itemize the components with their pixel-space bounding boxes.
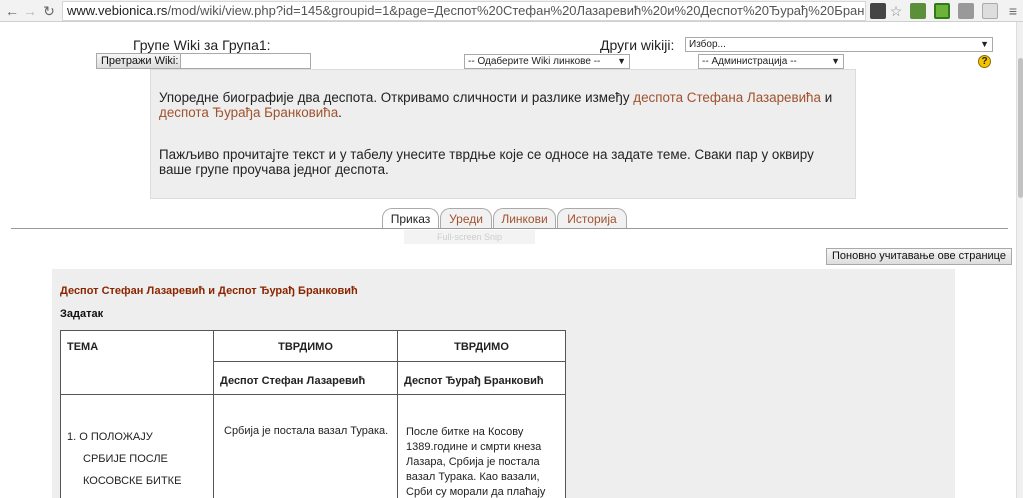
extension-2-icon[interactable] <box>958 3 974 19</box>
search-wiki-button[interactable]: Претражи Wiki: <box>96 53 184 69</box>
scrollbar[interactable] <box>1016 22 1023 498</box>
topic-line: КОСОВСКЕ БИТКЕ <box>83 475 182 487</box>
other-wikis-select[interactable]: Избор... ▼ <box>685 37 993 52</box>
tab-history[interactable]: Историја <box>557 208 627 229</box>
header-tema: ТЕМА <box>60 330 214 395</box>
menu-icon[interactable]: ≡ <box>1004 2 1022 20</box>
header-tvrdimo-2: ТВРДИМО <box>397 330 566 362</box>
intro-box: Упоредне биографије два деспота. Открива… <box>150 69 856 199</box>
address-bar[interactable]: www.vebionica.rs/mod/wiki/view.php?id=14… <box>62 1 866 21</box>
browser-toolbar: ← → ↻ www.vebionica.rs/mod/wiki/view.php… <box>0 0 1023 22</box>
tab-edit[interactable]: Уреди <box>440 208 492 229</box>
header-djuradj: Деспот Ђурађ Бранковић <box>397 361 566 395</box>
intro-paragraph-2: Пажљиво прочитајте текст и у табелу унес… <box>159 147 814 177</box>
group-label: Групе Wiki за Група1: <box>133 37 271 53</box>
reload-icon[interactable]: ↻ <box>40 2 58 20</box>
bookmark-star-icon[interactable]: ☆ <box>888 3 904 19</box>
comparison-table: ТЕМА ТВРДИМО ТВРДИМО Деспот Стефан Лазар… <box>60 330 566 498</box>
topic-cell: 1. О ПОЛОЖАЈУ СРБИЈЕ ПОСЛЕ КОСОВСКЕ БИТК… <box>60 394 214 498</box>
other-wikis-select-value: Избор... <box>689 39 726 50</box>
tab-view[interactable]: Приказ <box>382 208 439 229</box>
url-host: www.vebionica.rs <box>67 3 168 18</box>
wiki-links-select-value: -- Одаберите Wiki линкове -- <box>468 56 601 67</box>
intro-text: Упоредне биографије два деспота. Открива… <box>159 90 634 105</box>
page-title: Деспот Стефан Лазаревић и Деспот Ђурађ Б… <box>60 285 358 297</box>
wiki-content: Деспот Стефан Лазаревић и Деспот Ђурађ Б… <box>52 269 955 498</box>
snip-overlay: Full-screen Snip <box>404 230 535 244</box>
back-icon[interactable]: ← <box>3 2 21 20</box>
intro-paragraph-1: Упоредне биографије два деспота. Открива… <box>159 90 847 120</box>
task-heading: Задатак <box>60 308 104 320</box>
search-wiki-input[interactable] <box>180 53 311 69</box>
chevron-down-icon: ▼ <box>980 39 989 49</box>
url-path: /mod/wiki/view.php?id=145&groupid=1&page… <box>167 3 866 18</box>
topic-line: 1. О ПОЛОЖАЈУ <box>67 431 153 443</box>
stefan-cell: Србија је постала вазал Турака. <box>213 394 398 498</box>
tabs-divider <box>11 228 1008 229</box>
help-icon[interactable]: ? <box>978 55 991 68</box>
wiki-links-select[interactable]: -- Одаберите Wiki линкове -- ▼ <box>464 54 630 69</box>
header-stefan: Деспот Стефан Лазаревић <box>213 361 398 395</box>
evernote-icon[interactable] <box>934 3 950 19</box>
link-djuradj[interactable]: деспота Ђурађа Бранковића <box>159 105 338 120</box>
administration-select-value: -- Администрација -- <box>702 56 797 67</box>
extension-3-icon[interactable] <box>982 3 998 19</box>
link-stefan[interactable]: деспота Стефана Лазаревића <box>633 90 821 105</box>
intro-text: и <box>820 90 833 105</box>
extension-icon[interactable] <box>910 3 926 19</box>
forward-icon[interactable]: → <box>21 2 39 20</box>
chevron-down-icon: ▼ <box>831 56 840 66</box>
administration-select[interactable]: -- Администрација -- ▼ <box>698 54 844 69</box>
other-wikis-label: Други wikiji: <box>600 37 675 53</box>
intro-text: . <box>338 105 342 120</box>
topic-line: СРБИЈЕ ПОСЛЕ <box>83 453 168 465</box>
translate-icon[interactable] <box>870 3 886 19</box>
reload-page-button[interactable]: Поновно учитавање ове странице <box>826 248 1012 265</box>
scrollbar-thumb[interactable] <box>1018 58 1023 198</box>
chevron-down-icon: ▼ <box>617 56 626 66</box>
header-tvrdimo-1: ТВРДИМО <box>213 330 398 362</box>
page: Групе Wiki за Група1: Други wikiji: Избо… <box>0 22 1016 498</box>
tab-links[interactable]: Линкови <box>493 208 556 229</box>
djuradj-cell: После битке на Косову 1389.године и смрт… <box>397 394 566 498</box>
table-row: 1. О ПОЛОЖАЈУ СРБИЈЕ ПОСЛЕ КОСОВСКЕ БИТК… <box>60 394 566 498</box>
